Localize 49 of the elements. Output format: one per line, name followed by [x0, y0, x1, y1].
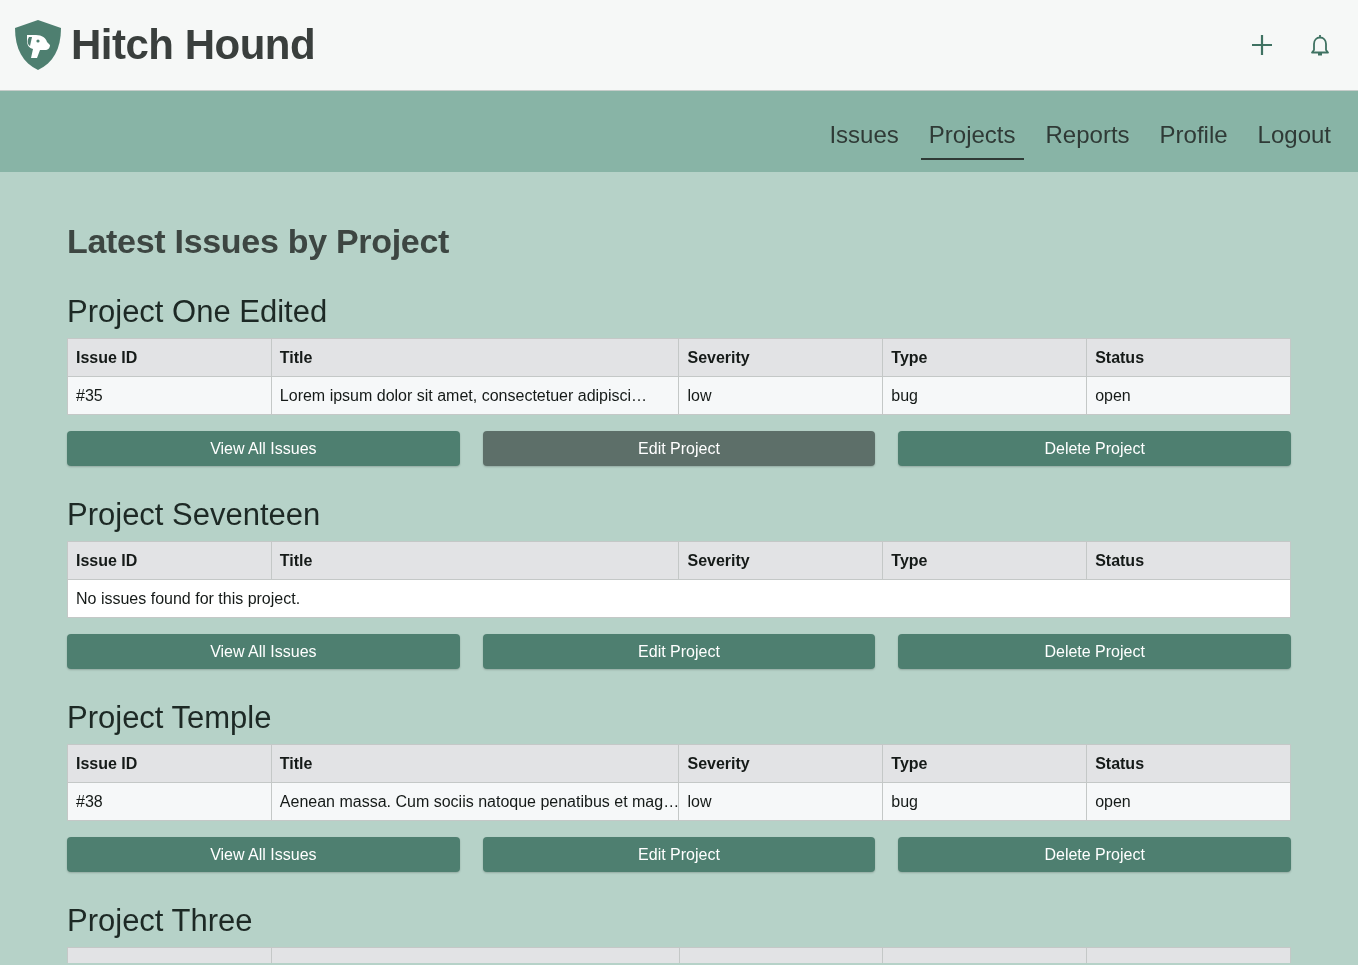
column-header: Issue ID: [67, 541, 272, 580]
nav-link[interactable]: Profile: [1151, 111, 1236, 160]
table-cell: #38: [67, 782, 272, 821]
column-header: Title: [271, 541, 679, 580]
nav-link[interactable]: Issues: [821, 111, 907, 160]
column-header: Issue ID: [67, 744, 272, 783]
table-cell: #35: [67, 376, 272, 415]
table-cell: low: [679, 782, 883, 821]
table-cell: bug: [882, 782, 1087, 821]
column-header: Status: [1086, 338, 1291, 377]
action-button[interactable]: Delete Project: [898, 837, 1291, 872]
column-header: Type: [882, 541, 1087, 580]
table-cell: Aenean massa. Cum sociis natoque penatibus et mag…: [271, 782, 679, 821]
action-button[interactable]: Delete Project: [898, 431, 1291, 466]
table-cell: Lorem ipsum dolor sit amet, consectetuer adipisci…: [271, 376, 679, 415]
column-header: Status: [1086, 744, 1291, 783]
action-button[interactable]: Edit Project: [482, 837, 876, 872]
dog-shield-logo-icon: [13, 19, 63, 71]
table-cell: open: [1086, 782, 1291, 821]
nav-link[interactable]: Reports: [1037, 111, 1138, 160]
column-header: Title: [271, 338, 679, 377]
page-heading: Latest Issues by Project: [67, 221, 451, 262]
table-cell: open: [1086, 376, 1291, 415]
action-button[interactable]: Delete Project: [898, 634, 1291, 669]
column-header: Issue ID: [67, 338, 272, 377]
action-button[interactable]: Edit Project: [482, 431, 876, 466]
nav-link[interactable]: Projects: [920, 111, 1024, 160]
table-cell: low: [679, 376, 883, 415]
column-header: Severity: [679, 541, 883, 580]
action-button[interactable]: View All Issues: [67, 634, 460, 669]
project-heading: Project One Edited: [67, 294, 329, 330]
nav-link[interactable]: Logout: [1249, 111, 1339, 160]
action-button[interactable]: Edit Project: [482, 634, 876, 669]
column-header: Type: [882, 338, 1087, 377]
app-title: Hitch Hound: [71, 24, 316, 66]
column-header: Title: [271, 744, 679, 783]
project-heading: Project Temple: [67, 700, 273, 736]
project-heading: Project Three: [67, 903, 254, 939]
plus-icon[interactable]: [1250, 33, 1274, 57]
column-header: Type: [882, 744, 1087, 783]
table-cell: bug: [882, 376, 1087, 415]
column-header: Severity: [679, 338, 883, 377]
bell-icon[interactable]: [1308, 33, 1332, 57]
action-button[interactable]: View All Issues: [67, 837, 460, 872]
empty-message: No issues found for this project.: [67, 579, 1291, 618]
column-header: Status: [1086, 541, 1291, 580]
action-button[interactable]: View All Issues: [67, 431, 460, 466]
column-header: Severity: [679, 744, 883, 783]
project-heading: Project Seventeen: [67, 497, 322, 533]
